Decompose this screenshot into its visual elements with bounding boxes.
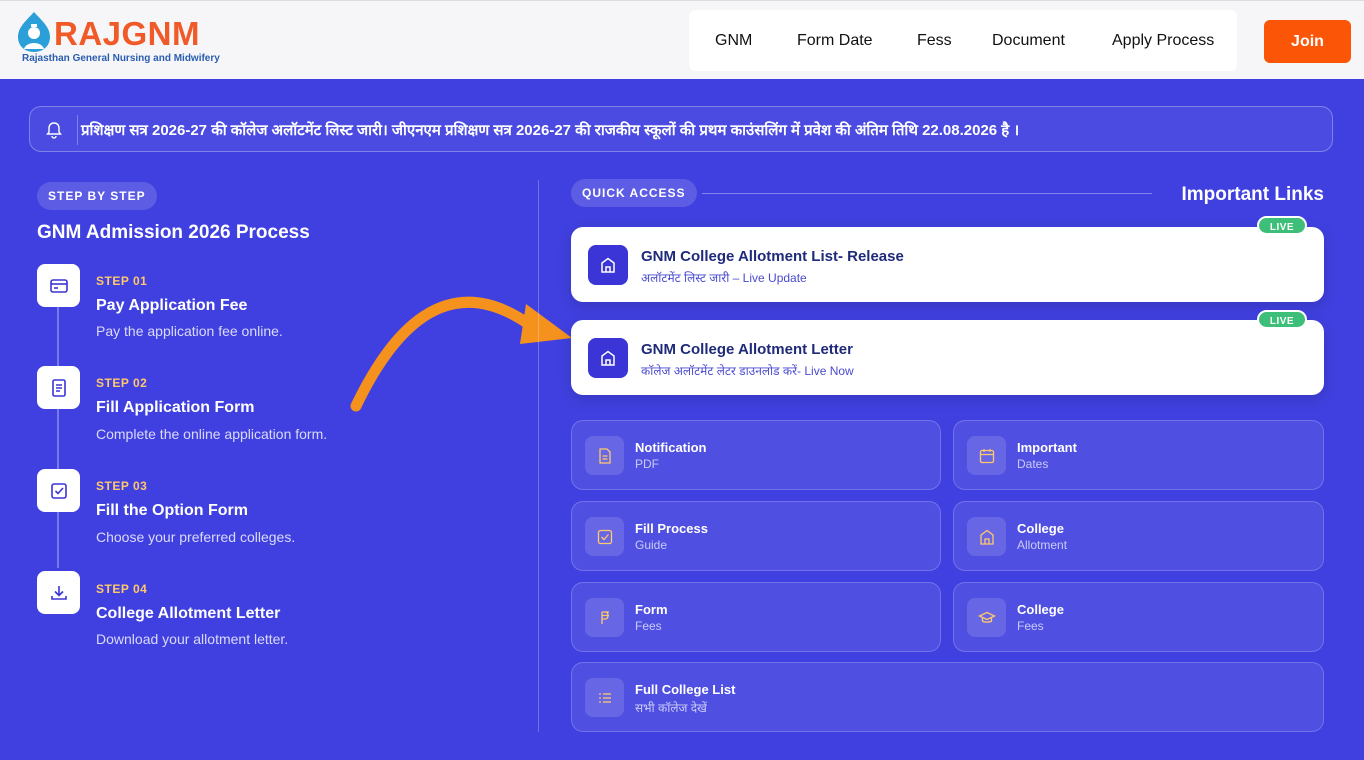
tile-title: Important [1017,440,1077,455]
checkbox-icon [585,517,624,556]
brand-tagline: Rajasthan General Nursing and Midwifery [22,53,220,64]
allotment-letter-card[interactable]: GNM College Allotment Letter कॉलेज अलॉटम… [571,320,1324,395]
tile-subtitle: Allotment [1017,538,1068,552]
step-number: STEP 03 [96,479,148,493]
step-title: Fill Application Form [96,399,255,416]
nav-gnm[interactable]: GNM [715,32,752,50]
site-header: RAJGNM Rajasthan General Nursing and Mid… [0,0,1364,79]
live-badge: LIVE [1257,310,1307,329]
pointer-arrow-icon [350,297,572,412]
tile-subtitle: Fees [635,619,662,633]
building-icon [588,245,628,285]
tile-form-fees[interactable]: Form Fees [571,582,941,652]
tile-title: College [1017,602,1064,617]
tile-subtitle: PDF [635,457,659,471]
tile-title: Notification [635,440,707,455]
announcement-ticker[interactable]: प्रशिक्षण सत्र 2026-27 की कॉलेज अलॉटमेंट… [29,106,1333,152]
tile-college-fees[interactable]: College Fees [953,582,1324,652]
step-description: Pay the application fee online. [96,323,283,339]
tile-title: College [1017,521,1064,536]
nav-fees[interactable]: Fess [917,32,952,50]
tile-subtitle: सभी कॉलेज देखें [635,701,707,715]
section-rule [702,193,1152,194]
step-title: Fill the Option Form [96,502,248,519]
tile-college-allotment[interactable]: College Allotment [953,501,1324,571]
steps-timeline [57,306,59,568]
tile-title: Full College List [635,682,736,697]
graduation-cap-icon [967,598,1006,637]
tile-subtitle: Dates [1017,457,1049,471]
nav-apply-process[interactable]: Apply Process [1112,32,1214,50]
step-number: STEP 04 [96,582,148,596]
main-nav: GNM Form Date Fess Document Apply Proces… [689,10,1237,71]
building-icon [967,517,1006,556]
tile-title: Fill Process [635,521,708,536]
step-description: Complete the online application form. [96,426,328,442]
live-badge: LIVE [1257,216,1307,235]
step-title: College Allotment Letter [96,605,281,622]
card-subtitle: कॉलेज अलॉटमेंट लेटर डाउनलोड करें- Live N… [641,364,854,378]
ticker-text: प्रशिक्षण सत्र 2026-27 की कॉलेज अलॉटमेंट… [81,122,1020,139]
tile-full-college-list[interactable]: Full College List सभी कॉलेज देखें [571,662,1324,732]
tile-notification[interactable]: Notification PDF [571,420,941,490]
step-number: STEP 02 [96,376,148,390]
card-subtitle: अलॉटमेंट लिस्ट जारी – Live Update [641,271,807,285]
ticker-divider [77,115,78,145]
tile-fill-process[interactable]: Fill Process Guide [571,501,941,571]
nurse-logo-icon [18,12,50,52]
tile-subtitle: Guide [635,538,668,552]
brand-logo[interactable]: RAJGNM Rajasthan General Nursing and Mid… [16,11,236,71]
bell-icon [46,122,62,139]
list-icon [585,678,624,717]
step-by-step-pill: STEP BY STEP [37,182,157,210]
checkbox-icon [37,469,80,512]
important-links-title: Important Links [1181,184,1324,205]
step-number: STEP 01 [96,274,148,288]
building-icon [588,338,628,378]
calendar-icon [967,436,1006,475]
step-title: Pay Application Fee [96,297,248,314]
nav-form-date[interactable]: Form Date [797,32,873,50]
card-title: GNM College Allotment List- Release [641,248,904,265]
card-icon [37,264,80,307]
nav-document[interactable]: Document [992,32,1065,50]
card-title: GNM College Allotment Letter [641,341,853,358]
download-icon [37,571,80,614]
step-description: Download your allotment letter. [96,631,289,647]
brand-name: RAJGNM [54,15,201,52]
rupee-icon [585,598,624,637]
join-button[interactable]: Join [1264,20,1351,63]
step-description: Choose your preferred colleges. [96,529,296,545]
document-icon [585,436,624,475]
quick-access-pill: QUICK ACCESS [571,179,697,207]
allotment-list-card[interactable]: GNM College Allotment List- Release अलॉट… [571,227,1324,302]
tile-subtitle: Fees [1017,619,1044,633]
tile-title: Form [635,602,668,617]
steps-title: GNM Admission 2026 Process [37,222,310,243]
form-icon [37,366,80,409]
column-divider [538,180,539,732]
tile-important-dates[interactable]: Important Dates [953,420,1324,490]
